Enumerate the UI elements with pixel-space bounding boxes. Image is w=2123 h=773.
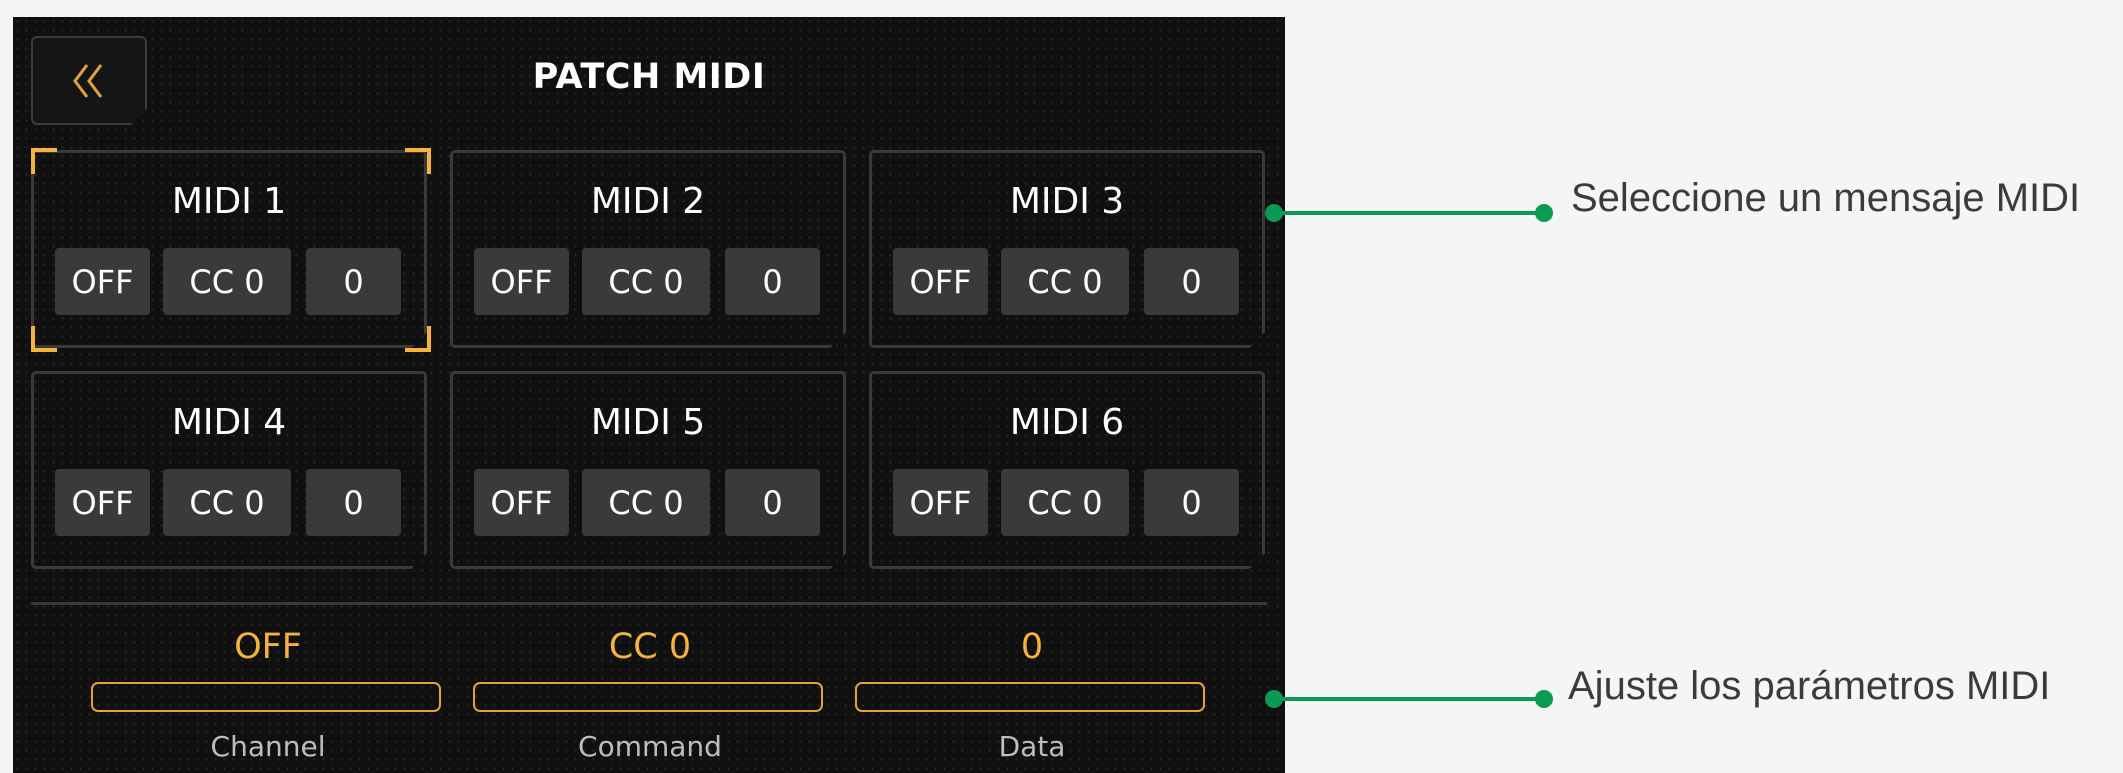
command-param-bar[interactable] [473,682,823,712]
page-title: PATCH MIDI [532,57,766,97]
channel-label: Channel [210,730,326,763]
data-chip[interactable]: 0 [306,469,401,536]
channel-chip[interactable]: OFF [474,248,569,315]
channel-chip[interactable]: OFF [55,248,150,315]
data-label: Data [998,730,1066,763]
device-screen: PATCH MIDI MIDI 1 OFF CC 0 0 MIDI 2 OFF … [13,17,1285,773]
callout-dot-end [1535,690,1553,708]
divider [31,602,1267,605]
midi-block-2[interactable]: MIDI 2 OFF CC 0 0 [450,150,846,348]
channel-chip[interactable]: OFF [55,469,150,536]
midi-block-label: MIDI 1 [171,181,287,222]
midi-block-label: MIDI 3 [1009,181,1125,222]
callout-line-adjust [1274,697,1544,701]
midi-block-label: MIDI 4 [171,402,287,443]
data-value: 0 [1020,627,1044,667]
command-chip[interactable]: CC 0 [163,469,291,536]
command-value: CC 0 [608,627,692,667]
callout-line-select [1274,211,1544,215]
channel-value: OFF [234,627,302,667]
midi-block-label: MIDI 2 [590,181,706,222]
data-param-bar[interactable] [855,682,1205,712]
midi-block-4[interactable]: MIDI 4 OFF CC 0 0 [31,371,427,569]
midi-block-label: MIDI 5 [590,402,706,443]
channel-param-bar[interactable] [91,682,441,712]
selection-corner-top-left [31,148,57,174]
command-chip[interactable]: CC 0 [1001,469,1129,536]
channel-chip[interactable]: OFF [893,469,988,536]
selection-corner-bottom-left [31,326,57,352]
data-chip[interactable]: 0 [306,248,401,315]
command-chip[interactable]: CC 0 [582,248,710,315]
callout-select-text: Seleccione un mensaje MIDI [1571,176,2081,220]
midi-block-1[interactable]: MIDI 1 OFF CC 0 0 [31,150,427,348]
midi-block-3[interactable]: MIDI 3 OFF CC 0 0 [869,150,1265,348]
data-chip[interactable]: 0 [725,248,820,315]
midi-block-5[interactable]: MIDI 5 OFF CC 0 0 [450,371,846,569]
command-chip[interactable]: CC 0 [582,469,710,536]
midi-block-6[interactable]: MIDI 6 OFF CC 0 0 [869,371,1265,569]
command-chip[interactable]: CC 0 [163,248,291,315]
selection-corner-top-right [405,148,431,174]
command-chip[interactable]: CC 0 [1001,248,1129,315]
channel-chip[interactable]: OFF [474,469,569,536]
callout-adjust-text: Ajuste los parámetros MIDI [1568,664,2051,708]
callout-dot-end [1535,204,1553,222]
data-chip[interactable]: 0 [725,469,820,536]
command-label: Command [578,730,722,763]
selection-corner-bottom-right [405,326,431,352]
channel-chip[interactable]: OFF [893,248,988,315]
midi-block-label: MIDI 6 [1009,402,1125,443]
data-chip[interactable]: 0 [1144,469,1239,536]
data-chip[interactable]: 0 [1144,248,1239,315]
